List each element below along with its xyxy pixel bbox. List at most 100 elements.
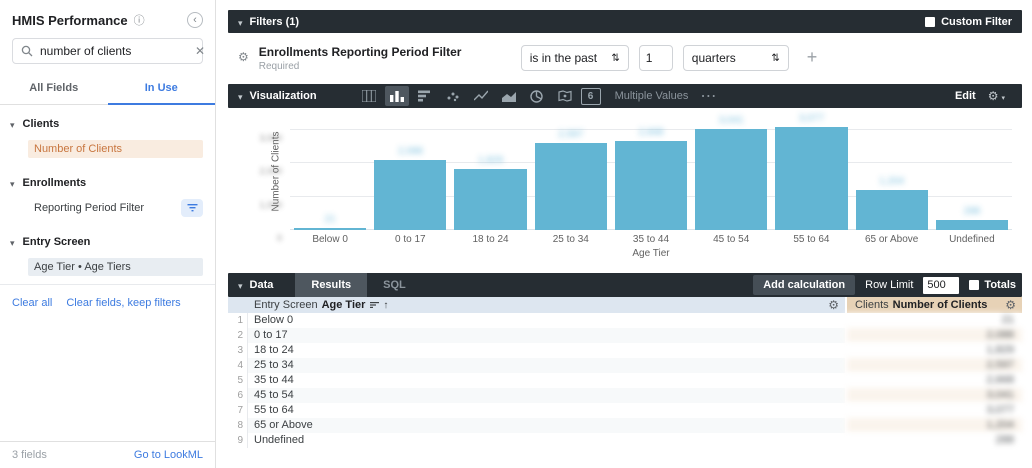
results-table: Entry Screen Age Tier Clients Number of … [228,297,1022,448]
age-tier-cell[interactable]: 55 to 64 [248,403,845,418]
field-search-box[interactable] [12,38,203,64]
field-item-reporting-period-filter[interactable]: Reporting Period Filter [28,199,203,217]
field-item-number-of-clients[interactable]: Number of Clients [28,140,203,158]
table-row[interactable]: 20 to 17 2,088 [228,328,1022,343]
table-chart-icon[interactable] [357,86,381,106]
totals-toggle[interactable]: Totals [969,279,1016,291]
number-of-clients-cell[interactable]: 2,668 [845,373,1022,388]
totals-checkbox[interactable] [969,280,980,290]
filter-by-field-icon[interactable] [181,199,203,217]
column-menu-icon[interactable] [370,301,380,309]
tab-results[interactable]: Results [295,273,368,297]
collapse-sidebar-icon[interactable] [187,12,203,28]
tab-all-fields[interactable]: All Fields [0,74,108,104]
filter-gear-icon[interactable] [238,48,249,66]
bar[interactable] [614,141,688,230]
table-row[interactable]: 1 Below 0 21 [228,313,1022,328]
filter-row: Enrollments Reporting Period Filter Requ… [228,33,1022,86]
single-value-icon[interactable]: 6 [580,87,601,105]
add-filter-button[interactable] [807,48,818,66]
section-header-enrollments[interactable]: Enrollments [0,164,215,196]
column-header-age-tier[interactable]: Entry Screen Age Tier [228,297,845,313]
number-of-clients-cell[interactable]: 1,204 [845,418,1022,433]
age-tier-cell[interactable]: 45 to 54 [248,388,845,403]
field-item-label: Number of Clients [28,140,203,158]
field-search-input[interactable] [40,44,195,58]
table-row[interactable]: 4 25 to 34 2,597 [228,358,1022,373]
number-of-clients-cell[interactable]: 3,041 [845,388,1022,403]
section-collapse-icon[interactable] [10,174,15,192]
number-of-clients-cell[interactable]: 288 [845,433,1022,448]
bar[interactable] [374,160,447,230]
visualization-settings-button[interactable] [988,87,1012,105]
add-calculation-button[interactable]: Add calculation [753,275,856,295]
column-field-label: Age Tier [321,299,366,311]
bar[interactable] [775,127,848,230]
collapse-filters-icon[interactable] [238,13,243,31]
measure-gear-icon[interactable] [1005,298,1016,312]
column-header-number-of-clients[interactable]: Clients Number of Clients [845,297,1022,313]
clear-search-icon[interactable] [195,44,205,58]
filter-unit-select[interactable]: quarters [682,45,789,71]
bar[interactable] [855,189,928,230]
line-chart-icon[interactable] [469,86,493,106]
age-tier-cell[interactable]: 18 to 24 [248,343,845,358]
table-row[interactable]: 6 45 to 54 3,041 [228,388,1022,403]
section-collapse-icon[interactable] [10,233,15,251]
tab-in-use[interactable]: In Use [107,74,215,105]
dimension-gear-icon[interactable] [828,298,839,312]
tab-sql[interactable]: SQL [367,273,422,297]
section-header-entry-screen[interactable]: Entry Screen [0,223,215,255]
clear-fields-keep-filters-link[interactable]: Clear fields, keep filters [66,297,180,309]
section-collapse-icon[interactable] [10,115,15,133]
age-tier-cell[interactable]: 0 to 17 [248,328,845,343]
multiple-values-label[interactable]: Multiple Values [615,90,689,102]
filter-required-label: Required [258,61,300,72]
bar[interactable] [294,228,367,230]
scatter-chart-icon[interactable] [441,86,465,106]
go-to-lookml-link[interactable]: Go to LookML [134,449,203,461]
bar[interactable] [534,143,607,230]
table-row[interactable]: 8 65 or Above 1,204 [228,418,1022,433]
filters-header-bar[interactable]: Filters (1) Custom Filter [228,10,1022,33]
table-row[interactable]: 5 35 to 44 2,668 [228,373,1022,388]
age-tier-cell[interactable]: Below 0 [248,313,845,328]
bar-slot-18-to-24: 1,829 [450,120,530,230]
section-header-clients[interactable]: Clients [0,105,215,137]
number-of-clients-cell[interactable]: 1,829 [845,343,1022,358]
column-chart-icon[interactable] [384,86,409,106]
map-chart-icon[interactable] [553,86,577,106]
row-limit-input[interactable] [923,276,960,294]
area-chart-icon[interactable] [497,86,521,106]
age-tier-cell[interactable]: Undefined [248,433,845,448]
number-of-clients-cell[interactable]: 2,597 [845,358,1022,373]
filter-condition-select[interactable]: is in the past [520,45,629,71]
table-row[interactable]: 3 18 to 24 1,829 [228,343,1022,358]
info-icon[interactable] [134,12,145,28]
age-tier-cell[interactable]: 65 or Above [248,418,845,433]
table-row[interactable]: 7 55 to 64 3,077 [228,403,1022,418]
filter-amount-input[interactable] [638,45,673,71]
bar[interactable] [935,220,1008,230]
data-header-bar[interactable]: Data Results SQL Add calculation Row Lim… [228,273,1022,297]
number-of-clients-cell[interactable]: 21 [845,313,1022,328]
bar[interactable] [695,128,768,230]
custom-filter-toggle[interactable]: Custom Filter [925,16,1012,28]
bar-chart-icon[interactable] [413,86,437,106]
clear-all-link[interactable]: Clear all [12,297,52,309]
field-item-age-tier-age-tiers[interactable]: Age Tier • Age Tiers [28,258,203,276]
age-tier-cell[interactable]: 25 to 34 [248,358,845,373]
edit-visualization-button[interactable]: Edit [955,90,976,102]
sort-ascending-icon[interactable] [383,300,388,311]
bar[interactable] [454,169,527,230]
collapse-data-icon[interactable] [238,276,243,294]
age-tier-cell[interactable]: 35 to 44 [248,373,845,388]
pie-chart-icon[interactable] [525,86,549,106]
more-chart-types-icon[interactable] [700,86,717,106]
table-row[interactable]: 9 Undefined 288 [228,433,1022,448]
number-of-clients-cell[interactable]: 3,077 [845,403,1022,418]
custom-filter-checkbox[interactable] [925,16,936,27]
number-of-clients-cell[interactable]: 2,088 [845,328,1022,343]
collapse-visualization-icon[interactable] [238,87,243,105]
visualization-header-bar[interactable]: Visualization 6 Multiple Values Edit [228,84,1022,108]
